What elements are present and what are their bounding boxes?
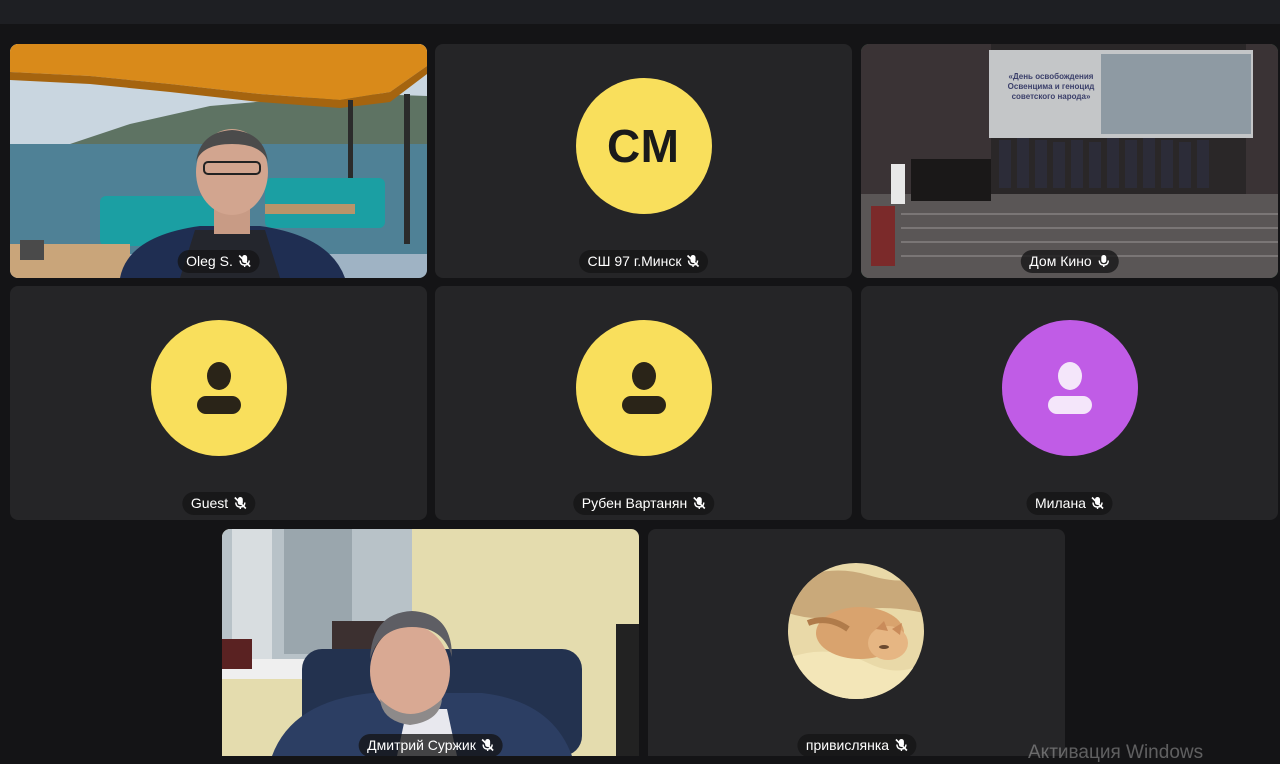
mic-muted-icon [1091,496,1105,510]
mic-muted-icon [895,738,908,752]
stage-screen-text: «День освобождения Освенцима и геноцид с… [1007,72,1095,101]
participant-name: СШ 97 г.Минск [587,253,682,269]
participant-tile-ruben[interactable]: Рубен Вартанян [435,286,852,520]
participant-name: Oleg S. [186,253,233,269]
participant-tile-dom-kino[interactable]: «День освобождения Освенцима и геноцид с… [861,44,1278,278]
name-tag: Милана [1026,492,1113,515]
participant-name: Рубен Вартанян [581,495,688,511]
mic-muted-icon [238,254,251,268]
mic-muted-icon [693,496,706,510]
participant-name: Дом Кино [1029,253,1092,269]
name-tag: Guest [181,492,256,515]
name-tag: Oleg S. [177,250,260,273]
avatar [788,563,924,699]
name-tag: Дмитрий Суржик [358,734,503,756]
person-icon [621,362,666,414]
name-tag: привислянка [796,734,917,756]
top-bar [0,0,1280,24]
participant-name: Guest [190,495,229,511]
name-tag: Дом Кино [1020,250,1119,273]
participant-tile-dmitriy[interactable]: Дмитрий Суржик [222,529,639,756]
avatar: СМ [575,78,712,214]
participant-tile-guest[interactable]: Guest [10,286,427,520]
participant-name: привислянка [805,737,890,753]
person-icon [196,362,241,414]
avatar [150,320,287,456]
video-feed [222,529,639,756]
participant-name: Дмитрий Суржик [367,737,476,753]
avatar [1001,320,1138,456]
name-tag: СШ 97 г.Минск [578,250,709,273]
windows-activation-watermark: Активация Windows [1028,742,1204,763]
person-icon [1047,362,1092,414]
participant-tile-milana[interactable]: Милана [861,286,1278,520]
mic-muted-icon [234,496,247,510]
video-feed [10,44,427,278]
mic-muted-icon [687,254,700,268]
participant-tile-privislyanka[interactable]: привислянка [648,529,1065,756]
name-tag: Рубен Вартанян [572,492,715,515]
mic-muted-icon [481,738,494,752]
participant-name: Милана [1035,495,1086,511]
avatar-initials: СМ [607,120,680,172]
participant-tile-sch97[interactable]: СМ СШ 97 г.Минск [435,44,852,278]
mic-icon [1098,255,1109,267]
avatar [575,320,712,456]
participant-tile-oleg[interactable]: Oleg S. [10,44,427,278]
